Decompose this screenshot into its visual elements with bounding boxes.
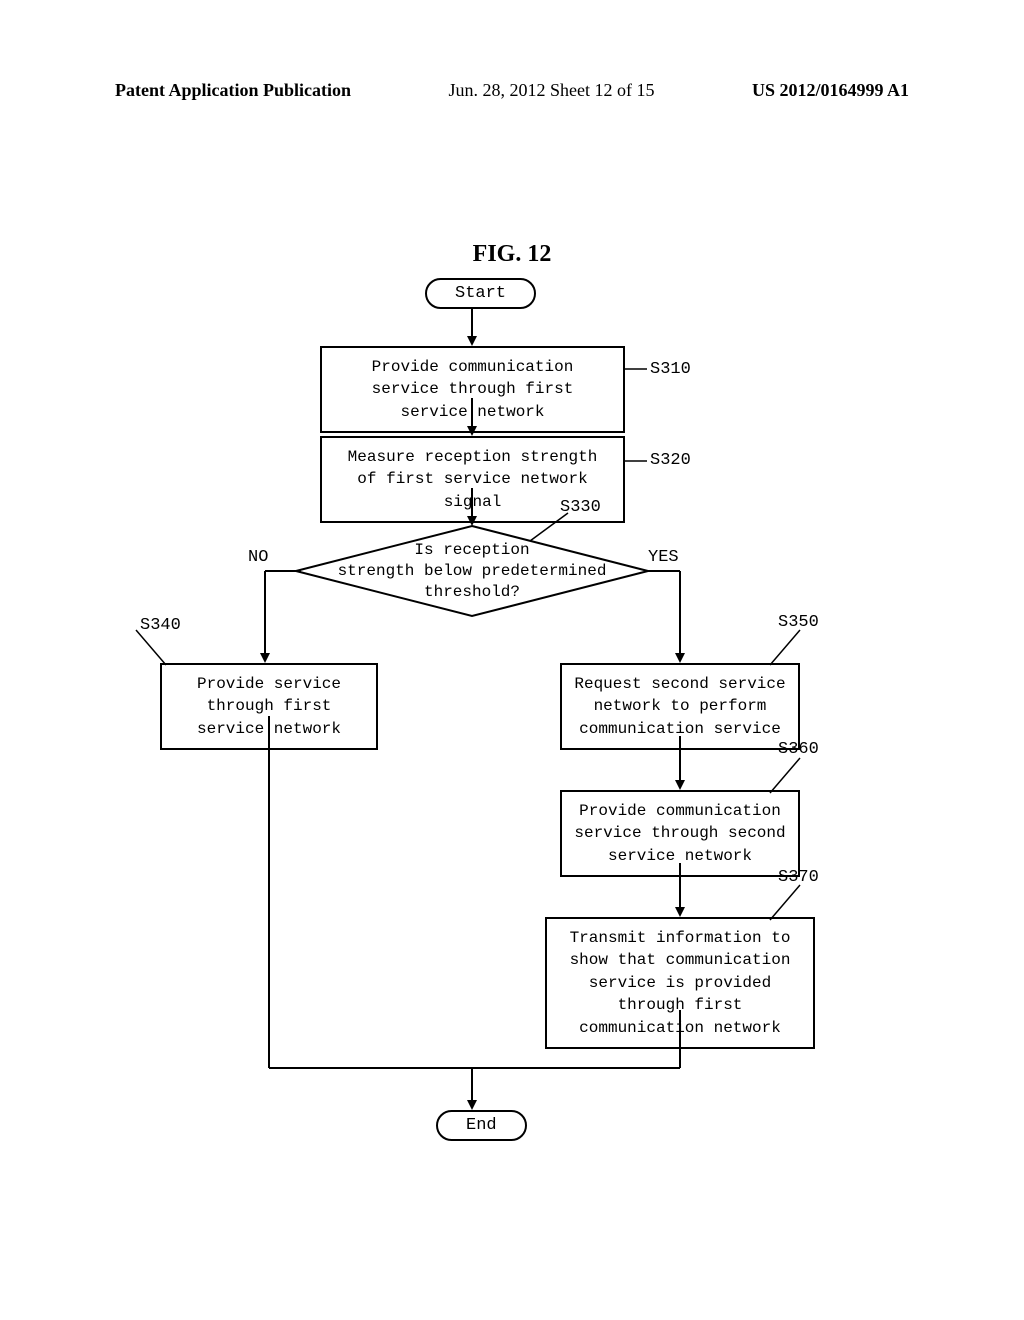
- header-left: Patent Application Publication: [115, 80, 351, 101]
- arrow-s320-to-s330: [467, 488, 477, 526]
- label-s310: S310: [650, 360, 691, 379]
- label-s360: S360: [778, 740, 819, 759]
- label-s330: S330: [560, 498, 601, 517]
- flowchart: Start Provide communication service thro…: [0, 268, 1024, 1188]
- header-center: Jun. 28, 2012 Sheet 12 of 15: [449, 80, 655, 101]
- branch-no: NO: [248, 548, 268, 567]
- arrow-s360-to-s370: [675, 863, 685, 917]
- s330-line3: threshold?: [424, 583, 520, 601]
- terminal-start: Start: [425, 278, 536, 309]
- header-right: US 2012/0164999 A1: [752, 80, 909, 101]
- leader-s370: [770, 885, 800, 920]
- connector-s370-to-merge: [675, 1010, 685, 1068]
- leader-s320: [625, 460, 647, 462]
- leader-s360: [770, 758, 800, 793]
- s330-line1: Is reception: [414, 541, 529, 559]
- page-header: Patent Application Publication Jun. 28, …: [0, 0, 1024, 101]
- leader-s350: [770, 630, 800, 665]
- label-s370: S370: [778, 868, 819, 887]
- connector-yes-branch: [648, 571, 684, 663]
- terminal-end: End: [436, 1110, 527, 1141]
- label-s320: S320: [650, 451, 691, 470]
- connector-s340-to-merge: [264, 716, 274, 1068]
- step-s330: Is reception strength below predetermine…: [330, 540, 614, 602]
- arrow-merge-to-end: [467, 1068, 477, 1110]
- branch-yes: YES: [648, 548, 679, 567]
- leader-s310: [625, 368, 647, 370]
- arrow-s310-to-s320: [467, 398, 477, 436]
- label-s350: S350: [778, 613, 819, 632]
- arrow-start-to-s310: [467, 308, 477, 346]
- leader-s330: [530, 513, 568, 541]
- figure-title: FIG. 12: [0, 241, 1024, 268]
- leader-s340: [136, 630, 166, 665]
- label-s340: S340: [140, 616, 181, 635]
- arrow-s350-to-s360: [675, 736, 685, 790]
- s330-line2: strength below predetermined: [338, 562, 607, 580]
- connector-no-branch: [265, 571, 301, 663]
